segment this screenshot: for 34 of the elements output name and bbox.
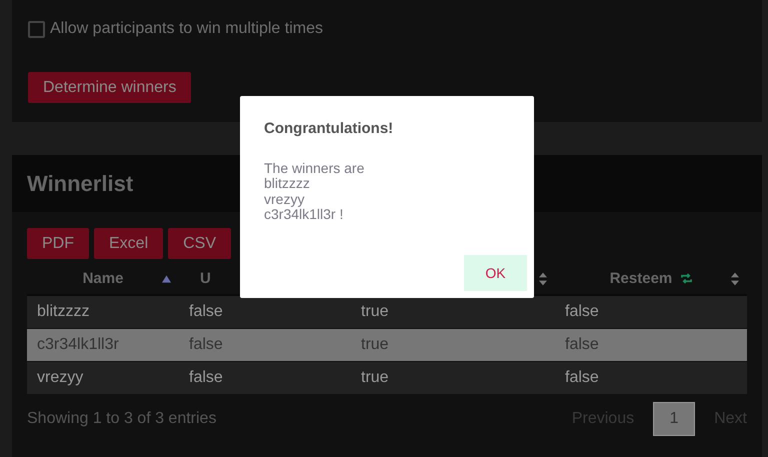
export-button[interactable]: PDF	[27, 228, 89, 259]
column-header[interactable]: U	[200, 270, 211, 287]
entries-info: Showing 1 to 3 of 3 entries	[27, 410, 216, 428]
export-button[interactable]: Excel	[94, 228, 164, 259]
ok-button[interactable]: OK	[464, 255, 527, 291]
table-cell-text: blitzzzz	[36, 303, 90, 321]
page-button[interactable]: 1	[653, 402, 696, 436]
table-cell-text: vrezyy	[36, 369, 84, 387]
table-cell-text: false	[564, 336, 600, 354]
repost-icon	[681, 273, 692, 284]
table-cell-text: false	[188, 303, 224, 321]
table-row[interactable]: c3r34lk1ll3r false true false	[27, 329, 747, 362]
table-row[interactable]: blitzzzz false true false	[27, 296, 747, 329]
table-cell-text: false	[564, 369, 600, 387]
table-cell-text: false	[188, 369, 224, 387]
sort-icon[interactable]	[731, 272, 739, 285]
table-cell-text: true	[360, 336, 390, 354]
table-cell-text: false	[564, 303, 600, 321]
table-cell-text: true	[360, 303, 390, 321]
dialog-title: Congrantulations!	[264, 120, 394, 137]
checkbox-label: Allow participants to win multiple times	[50, 20, 323, 38]
table-cell-text: c3r34lk1ll3r	[36, 336, 120, 354]
panel-title: Winnerlist	[27, 170, 134, 196]
column-header[interactable]: Name	[82, 270, 124, 287]
sort-ascending-icon[interactable]	[162, 274, 171, 282]
export-button[interactable]: CSV	[168, 228, 232, 259]
table-row[interactable]: vrezyy false true false	[27, 362, 747, 395]
determine-winners-button[interactable]: Determine winners	[28, 72, 192, 103]
sort-icon[interactable]	[539, 272, 547, 285]
checkbox[interactable]	[28, 20, 45, 38]
table-cell-text: true	[360, 369, 390, 387]
table-cell-text: false	[188, 336, 224, 354]
column-header[interactable]: Resteem	[610, 270, 672, 287]
dialog-message: The winners are blitzzzz vrezyy c3r34lk1ll3r !	[264, 161, 366, 223]
